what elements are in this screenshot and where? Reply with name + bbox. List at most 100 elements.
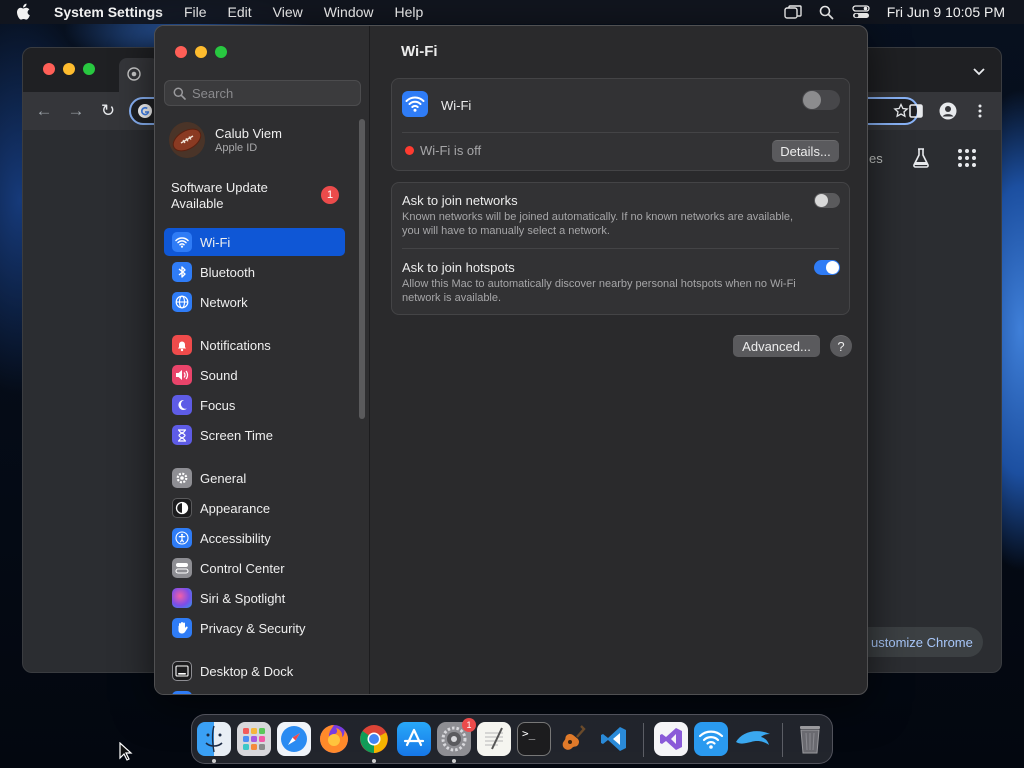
search-icon <box>173 87 186 100</box>
chrome-minimize-button[interactable] <box>63 63 75 75</box>
sidebar-item-screen-time[interactable]: Screen Time <box>164 421 345 449</box>
sidebar-item-general[interactable]: General <box>164 464 345 492</box>
chrome-zoom-button[interactable] <box>83 63 95 75</box>
dock-running-indicator <box>452 759 456 763</box>
apple-id-account[interactable]: Calub Viem Apple ID <box>169 121 349 159</box>
dock-firefox[interactable] <box>317 722 351 756</box>
sidebar-item-label: Appearance <box>200 500 271 516</box>
advanced-button[interactable]: Advanced... <box>733 335 820 357</box>
chrome-menu-icon[interactable] <box>969 100 991 122</box>
forward-arrow-icon[interactable]: → <box>65 100 87 122</box>
ask-join-hotspots-toggle[interactable] <box>814 260 840 275</box>
dock-visual-studio[interactable] <box>654 722 688 756</box>
firefox-icon <box>320 725 348 753</box>
sidebar-item-control-center[interactable]: Control Center <box>164 554 345 582</box>
dolphin-icon <box>736 731 770 745</box>
sidebar-item-network[interactable]: Network <box>164 288 345 316</box>
vscode-icon <box>601 727 626 751</box>
profile-icon[interactable] <box>937 100 959 122</box>
window-switcher-icon[interactable] <box>783 4 803 20</box>
guitar-icon <box>562 725 586 750</box>
spotlight-search-icon[interactable] <box>817 4 837 20</box>
dock-chrome[interactable] <box>357 722 391 756</box>
sidebar-item-notifications[interactable]: Notifications <box>164 331 345 359</box>
sidebar-item-label: Wi-Fi <box>200 234 231 250</box>
dock-finder[interactable] <box>197 722 231 756</box>
dock-vscode[interactable] <box>597 722 631 756</box>
search-input[interactable] <box>192 85 352 101</box>
sidebar-item-appearance[interactable]: Appearance <box>164 494 345 522</box>
back-arrow-icon[interactable]: ← <box>33 100 55 122</box>
system-settings-window[interactable]: Calub Viem Apple ID Software Update Avai… <box>154 25 868 695</box>
apple-menu-icon[interactable] <box>16 3 38 21</box>
sidebar-item-siri-spotlight[interactable]: Siri & Spotlight <box>164 584 345 612</box>
sidebar-search-field[interactable] <box>164 80 361 106</box>
dock-app-store[interactable] <box>397 722 431 756</box>
close-window-button[interactable] <box>175 46 187 58</box>
settings-traffic-lights <box>175 46 227 58</box>
sidebar-item-wifi[interactable]: Wi-Fi <box>164 228 345 256</box>
side-panel-icon[interactable] <box>905 100 927 122</box>
dock-launchpad[interactable] <box>237 722 271 756</box>
software-update-item[interactable]: Software Update Available 1 <box>171 180 341 212</box>
control-center-icon[interactable] <box>851 4 871 20</box>
sidebar-item-bluetooth[interactable]: Bluetooth <box>164 258 345 286</box>
zoom-window-button[interactable] <box>215 46 227 58</box>
google-g-icon <box>138 104 152 118</box>
dock-dolphin[interactable] <box>734 722 774 756</box>
sidebar-item-accessibility[interactable]: Accessibility <box>164 524 345 552</box>
reload-icon[interactable]: ↻ <box>97 100 119 122</box>
speaker-icon <box>172 365 192 385</box>
sidebar-item-label: Bluetooth <box>200 264 255 280</box>
dock-separator <box>782 723 783 757</box>
view-menu[interactable]: View <box>273 4 303 20</box>
help-button[interactable]: ? <box>830 335 852 357</box>
window-menu[interactable]: Window <box>324 4 374 20</box>
chrome-traffic-lights <box>43 63 95 75</box>
ntp-images-link[interactable]: es <box>869 151 883 166</box>
app-menu[interactable]: System Settings <box>54 4 163 20</box>
dock-terminal[interactable]: >_ <box>517 722 551 756</box>
dock-safari[interactable] <box>277 722 311 756</box>
labs-flask-icon[interactable] <box>909 146 933 170</box>
ask-join-networks-description: Known networks will be joined automatica… <box>402 211 794 237</box>
menu-bar-clock[interactable]: Fri Jun 9 10:05 PM <box>887 4 1005 20</box>
file-menu[interactable]: File <box>184 4 207 20</box>
chrome-tab[interactable] <box>119 58 159 92</box>
sidebar-item-label: Focus <box>200 397 236 413</box>
sidebar-item-label: General <box>200 470 247 486</box>
hourglass-icon <box>172 425 192 445</box>
dock-system-settings[interactable]: 1 <box>437 718 476 756</box>
wifi-options-card: Ask to join networks Known networks will… <box>391 182 850 315</box>
dock-trash[interactable] <box>793 722 827 756</box>
sidebar-item-focus[interactable]: Focus <box>164 391 345 419</box>
minimize-window-button[interactable] <box>195 46 207 58</box>
sidebar-scrollbar[interactable] <box>359 119 365 419</box>
dock-garageband[interactable] <box>557 722 591 756</box>
sidebar-item-privacy-security[interactable]: Privacy & Security <box>164 614 345 642</box>
globe-icon <box>172 292 192 312</box>
settings-sidebar: Calub Viem Apple ID Software Update Avai… <box>155 26 370 694</box>
google-apps-icon[interactable] <box>957 148 977 168</box>
dock-wireless-diagnostics[interactable] <box>694 722 728 756</box>
ask-join-networks-toggle[interactable] <box>814 193 840 208</box>
sidebar-item-sound[interactable]: Sound <box>164 361 345 389</box>
help-menu[interactable]: Help <box>395 4 424 20</box>
sidebar-item-label: Privacy & Security <box>200 620 306 636</box>
avatar <box>169 122 205 158</box>
chrome-close-button[interactable] <box>43 63 55 75</box>
customize-chrome-label: ustomize Chrome <box>871 634 973 650</box>
sidebar-item-desktop-dock[interactable]: Desktop & Dock <box>164 657 345 685</box>
safari-compass-icon <box>281 726 307 752</box>
dock-textedit[interactable] <box>477 722 511 756</box>
details-button[interactable]: Details... <box>772 140 839 162</box>
card-divider <box>402 132 839 133</box>
appearance-icon <box>172 498 192 518</box>
dock-running-indicator <box>372 759 376 763</box>
ask-join-networks-title: Ask to join networks <box>402 193 518 208</box>
edit-menu[interactable]: Edit <box>228 4 252 20</box>
tab-search-chevron-icon[interactable] <box>973 68 985 76</box>
wifi-power-toggle[interactable] <box>802 90 840 110</box>
textedit-page-icon <box>485 727 503 750</box>
sidebar-item-label: Desktop & Dock <box>200 663 294 679</box>
